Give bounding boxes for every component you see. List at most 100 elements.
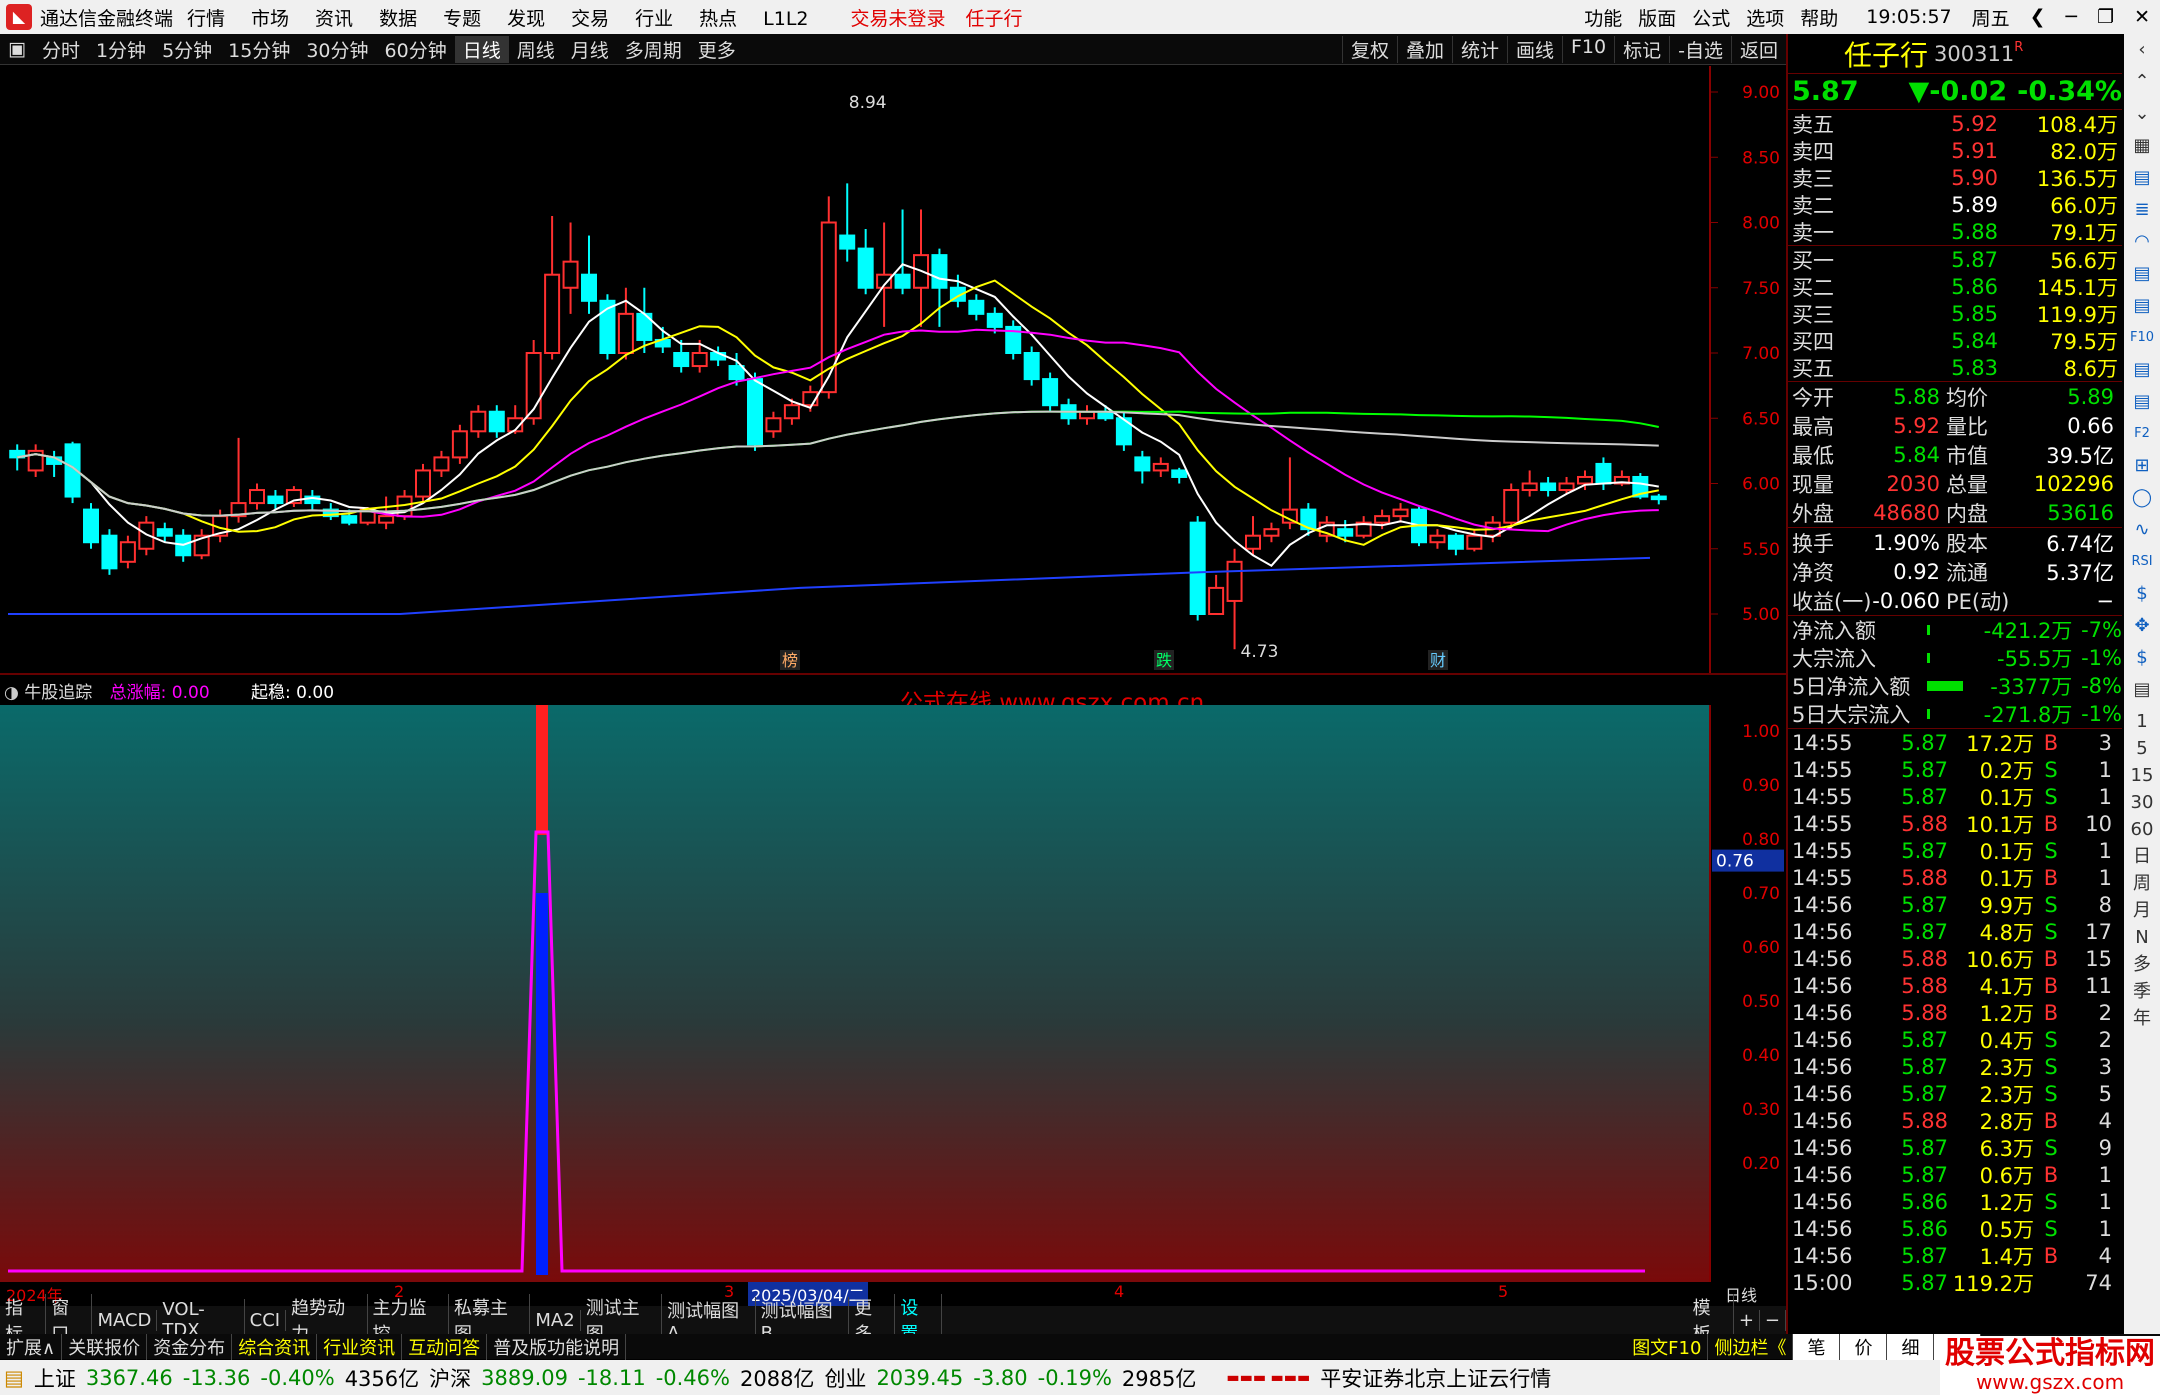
side-tool-icon[interactable]: 1 <box>2124 706 2160 733</box>
period-tab[interactable]: 月线 <box>563 36 617 63</box>
side-tool-icon[interactable]: 多 <box>2124 949 2160 976</box>
side-tool-icon[interactable]: 30 <box>2124 787 2160 814</box>
bottom-tab[interactable]: 资金分布 <box>147 1333 233 1360</box>
pane-divider[interactable] <box>0 673 1786 675</box>
side-tool-icon[interactable]: ▤ <box>2124 290 2160 322</box>
toolbar-button[interactable]: 标记 <box>1614 35 1669 63</box>
broker-name[interactable]: 平安证券北京上证云行情 <box>1320 1363 1551 1393</box>
menu-item[interactable]: 专题 <box>443 8 481 30</box>
right-menu-item[interactable]: 帮助 <box>1800 8 1838 30</box>
bid-row[interactable]: 买五 5.83 8.6万 <box>1788 354 2122 381</box>
bottom-tab[interactable]: 侧边栏《 <box>1708 1333 1794 1360</box>
side-tool-icon[interactable]: 月 <box>2124 895 2160 922</box>
hs-label[interactable]: 沪深 <box>429 1363 471 1393</box>
bottom-tab[interactable]: 笔 <box>1793 1333 1841 1360</box>
side-tool-icon[interactable]: 季 <box>2124 976 2160 1003</box>
side-tool-icon[interactable]: $ <box>2124 642 2160 674</box>
toolbar-button[interactable]: F10 <box>1562 35 1614 63</box>
side-tool-icon[interactable]: ◠ <box>2124 226 2160 258</box>
side-tool-icon[interactable]: ≣ <box>2124 194 2160 226</box>
flow-row[interactable]: 5日净流入额 -3377万 -8% <box>1788 672 2122 700</box>
toolbar-button[interactable]: 画线 <box>1506 35 1562 63</box>
menu-item[interactable]: 热点 <box>699 8 737 30</box>
side-tool-icon[interactable]: 日 <box>2124 841 2160 868</box>
ask-row[interactable]: 卖一 5.88 79.1万 <box>1788 218 2122 245</box>
side-tool-icon[interactable]: ✥ <box>2124 610 2160 642</box>
indicator-name[interactable]: 牛股追踪 <box>24 683 92 703</box>
bottom-tab[interactable]: 扩展∧ <box>0 1333 63 1360</box>
indicator-chart[interactable]: 1.00 0.90 0.80 0.70 0.60 0.50 0.40 0.30 0.20 0.76 <box>0 705 1786 1282</box>
right-menu-item[interactable]: 版面 <box>1638 8 1676 30</box>
flow-row[interactable]: 大宗流入 -55.5万 -1% <box>1788 644 2122 672</box>
event-marker[interactable]: 财 <box>1430 651 1446 670</box>
period-tab[interactable]: 5分钟 <box>154 36 220 63</box>
bid-row[interactable]: 买三 5.85 119.9万 <box>1788 300 2122 327</box>
login-status[interactable]: 交易未登录 <box>851 4 946 31</box>
minimize-icon[interactable]: ─ <box>2066 6 2077 28</box>
side-tool-icon[interactable]: 周 <box>2124 868 2160 895</box>
period-tab[interactable]: 周线 <box>509 36 563 63</box>
side-tool-icon[interactable]: F10 <box>2124 322 2160 354</box>
side-tool-icon[interactable]: RSI <box>2124 546 2160 578</box>
bottom-tab[interactable]: 行业资讯 <box>317 1333 403 1360</box>
menu-item[interactable]: L1L2 <box>763 8 808 30</box>
status-icon[interactable]: ▤ <box>4 1366 24 1390</box>
bottom-tab[interactable]: 图文F10 <box>1626 1333 1709 1360</box>
side-tool-icon[interactable]: ‹ <box>2124 34 2160 66</box>
right-menu-item[interactable]: 功能 <box>1584 8 1622 30</box>
indicator-tab[interactable]: CCI <box>245 1309 287 1331</box>
side-tool-icon[interactable]: ▤ <box>2124 354 2160 386</box>
ask-row[interactable]: 卖二 5.89 66.0万 <box>1788 191 2122 218</box>
side-tool-icon[interactable]: F2 <box>2124 418 2160 450</box>
cy-label[interactable]: 创业 <box>824 1363 866 1393</box>
bottom-tab[interactable]: 综合资讯 <box>232 1333 318 1360</box>
menu-item[interactable]: 行业 <box>635 8 673 30</box>
side-tool-icon[interactable]: ▤ <box>2124 162 2160 194</box>
side-tool-icon[interactable]: 60 <box>2124 814 2160 841</box>
right-menu-item[interactable]: 选项 <box>1746 8 1784 30</box>
side-tool-icon[interactable]: 15 <box>2124 760 2160 787</box>
event-marker[interactable]: 榜 <box>782 651 798 670</box>
bid-row[interactable]: 买二 5.86 145.1万 <box>1788 273 2122 300</box>
side-tool-icon[interactable]: ⊞ <box>2124 450 2160 482</box>
sh-label[interactable]: 上证 <box>34 1363 76 1393</box>
side-tool-icon[interactable]: ▦ <box>2124 130 2160 162</box>
toolbar-button[interactable]: 统计 <box>1451 35 1507 63</box>
period-tab[interactable]: 多周期 <box>617 36 690 63</box>
bottom-tab[interactable]: 普及版功能说明 <box>487 1333 627 1360</box>
period-tab[interactable]: 60分钟 <box>377 36 455 63</box>
period-tab[interactable]: 15分钟 <box>220 36 298 63</box>
kline-chart[interactable]: 9.00 8.50 8.00 7.50 7.00 6.50 6.00 5.50 5.00 8.94… <box>0 66 1786 673</box>
side-tool-icon[interactable]: ◯ <box>2124 482 2160 514</box>
menu-item[interactable]: 市场 <box>251 8 289 30</box>
menu-item[interactable]: 资讯 <box>315 8 353 30</box>
period-tab[interactable]: 更多 <box>690 36 744 63</box>
indicator-tab[interactable]: − <box>1760 1309 1786 1331</box>
toolbar-button[interactable]: -自选 <box>1669 35 1731 63</box>
chart-type-icon[interactable]: ▣ <box>0 38 34 60</box>
indicator-tab[interactable]: + <box>1734 1309 1760 1331</box>
bottom-tab[interactable]: 互动问答 <box>402 1333 488 1360</box>
toolbar-button[interactable]: 复权 <box>1341 35 1397 63</box>
side-tool-icon[interactable]: N <box>2124 922 2160 949</box>
menu-item[interactable]: 交易 <box>571 8 609 30</box>
menu-item[interactable]: 数据 <box>379 8 417 30</box>
event-marker[interactable]: 跌 <box>1156 651 1172 670</box>
toolbar-button[interactable]: 返回 <box>1730 35 1786 63</box>
indicator-collapse-icon[interactable]: ◑ <box>4 683 19 703</box>
ask-row[interactable]: 卖四 5.91 82.0万 <box>1788 137 2122 164</box>
bottom-tab[interactable]: 细 <box>1887 1333 1935 1360</box>
bottom-tab[interactable]: 关联报价 <box>62 1333 148 1360</box>
menu-item[interactable]: 发现 <box>507 8 545 30</box>
side-tool-icon[interactable]: ∿ <box>2124 514 2160 546</box>
side-tool-icon[interactable]: ⌄ <box>2124 98 2160 130</box>
menu-item[interactable]: 行情 <box>187 8 225 30</box>
back-icon[interactable]: ❮ <box>2030 6 2046 28</box>
side-tool-icon[interactable]: 年 <box>2124 1003 2160 1030</box>
side-tool-icon[interactable]: ⌃ <box>2124 66 2160 98</box>
period-tab[interactable]: 日线 <box>454 35 509 63</box>
period-tab[interactable]: 1分钟 <box>88 36 154 63</box>
indicator-tab[interactable]: MACD <box>92 1309 158 1331</box>
bid-row[interactable]: 买一 5.87 56.6万 <box>1788 246 2122 273</box>
side-tool-icon[interactable]: ▤ <box>2124 258 2160 290</box>
